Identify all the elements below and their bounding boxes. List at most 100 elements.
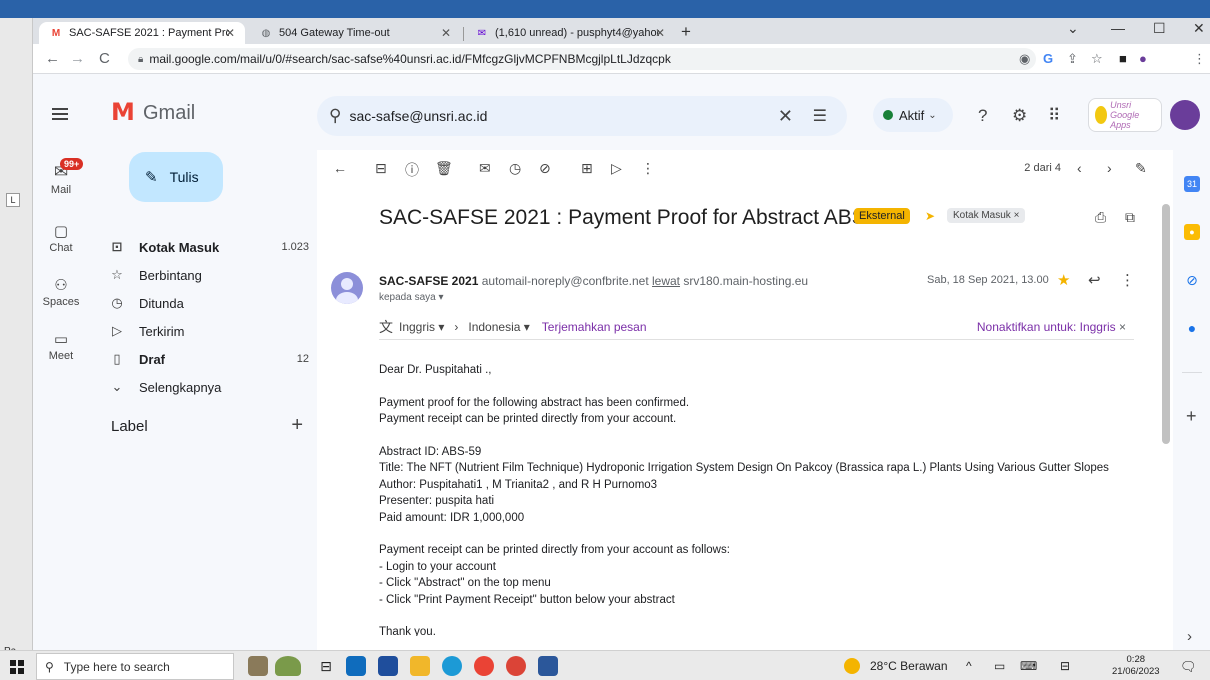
chevron-up-icon[interactable]: ^ xyxy=(966,659,972,673)
gmail-logo[interactable]: Gmail xyxy=(109,98,195,126)
close-icon[interactable]: ✕ xyxy=(225,26,235,40)
eye-icon[interactable]: ◉ xyxy=(1019,51,1030,67)
older-chevron-icon[interactable]: ‹ xyxy=(1077,160,1082,176)
clock[interactable]: 0:28 21/06/2023 xyxy=(1112,654,1160,678)
print-icon[interactable]: ⎙ xyxy=(1095,209,1106,226)
apps-grid-icon[interactable]: ⠿ xyxy=(1048,106,1060,126)
chrome-browser-icon[interactable] xyxy=(474,656,494,676)
tab-yahoo-mail[interactable]: ✉ (1,610 unread) - pusphyt4@yahoo ✕ xyxy=(465,22,675,44)
newer-chevron-icon[interactable]: › xyxy=(1107,160,1112,176)
account-avatar[interactable] xyxy=(1170,100,1200,130)
calendar-icon[interactable]: 31 xyxy=(1184,176,1200,192)
sender-name[interactable]: SAC-SAFSE 2021 xyxy=(379,274,478,288)
file-explorer-icon[interactable] xyxy=(410,656,430,676)
network-icon[interactable]: ▭ xyxy=(994,659,1005,673)
input-tools-icon[interactable]: ✎ xyxy=(1135,160,1147,177)
add-label-button[interactable]: + xyxy=(291,414,303,437)
forward-arrow-icon[interactable]: → xyxy=(70,50,85,67)
search-options-icon[interactable]: ☰ xyxy=(813,106,827,126)
tab-gmail[interactable]: M SAC-SAFSE 2021 : Payment Proof ✕ xyxy=(39,22,245,44)
sidebar-item-sent[interactable]: ▷ Terkirim xyxy=(109,318,309,344)
scrollbar[interactable] xyxy=(1162,204,1170,444)
importance-marker-icon[interactable]: ➤ xyxy=(925,209,935,223)
account-org-badge[interactable]: Unsri Google Apps xyxy=(1088,98,1162,132)
target-language-select[interactable]: Indonesia ▾ xyxy=(468,320,529,334)
clear-search-icon[interactable]: ✕ xyxy=(778,106,793,127)
weather-text[interactable]: 28°C Berawan xyxy=(870,659,948,673)
archive-icon[interactable]: ⊟ xyxy=(375,160,387,177)
translate-message-link[interactable]: Terjemahkan pesan xyxy=(542,320,647,334)
help-icon[interactable]: ? xyxy=(978,106,987,126)
close-window-button[interactable]: ✕ xyxy=(1193,20,1205,37)
back-arrow-icon[interactable]: ← xyxy=(45,50,60,67)
sidebar-item-drafts[interactable]: ▯ Draf 12 xyxy=(109,346,309,372)
language-icon[interactable]: ⊟ xyxy=(1060,659,1070,673)
keyboard-icon[interactable]: ⌨ xyxy=(1020,659,1037,673)
sidepanel-icon[interactable]: ■ xyxy=(1119,51,1127,66)
main-menu-icon[interactable] xyxy=(52,108,68,120)
taskbar-search-input[interactable]: ⚲ Type here to search xyxy=(36,653,234,680)
google-g-icon[interactable]: G xyxy=(1043,51,1053,66)
chrome-profile-icon[interactable] xyxy=(506,656,526,676)
browser-menu-icon[interactable]: ⋮ xyxy=(1193,51,1206,67)
sidebar-item-inbox[interactable]: ⊡ Kotak Masuk 1.023 xyxy=(109,234,309,260)
close-icon[interactable]: ✕ xyxy=(655,26,665,40)
report-spam-icon[interactable]: ⓘ xyxy=(405,160,419,180)
search-input[interactable]: ⚲ sac-safse@unsri.ac.id ✕ ☰ xyxy=(317,96,847,136)
add-task-icon[interactable]: ⊘ xyxy=(539,160,551,177)
reload-icon[interactable]: C xyxy=(99,50,110,67)
open-new-window-icon[interactable]: ⧉ xyxy=(1125,209,1135,226)
sidebar-item-starred[interactable]: ☆ Berbintang xyxy=(109,262,309,288)
trash-icon[interactable]: 🗑︎ xyxy=(435,160,453,177)
more-actions-icon[interactable]: ⋮ xyxy=(641,160,655,177)
new-tab-button[interactable]: + xyxy=(681,22,691,42)
bookmark-star-icon[interactable]: ☆ xyxy=(1091,51,1103,67)
minimize-button[interactable]: — xyxy=(1111,20,1125,36)
store-app-icon[interactable] xyxy=(378,656,398,676)
reply-icon[interactable]: ↩ xyxy=(1088,271,1101,289)
more-options-icon[interactable]: ⋮ xyxy=(1120,271,1135,289)
mark-unread-icon[interactable]: ✉ xyxy=(479,160,491,177)
star-icon[interactable]: ★ xyxy=(1057,271,1070,289)
sidebar-item-snoozed[interactable]: ◷ Ditunda xyxy=(109,290,309,316)
tasks-icon[interactable]: ⊘ xyxy=(1184,272,1200,288)
get-addons-button[interactable]: + xyxy=(1186,406,1197,427)
windows-start-icon[interactable] xyxy=(10,660,24,674)
sidebar-item-more[interactable]: ⌄ Selengkapnya xyxy=(109,374,309,400)
back-arrow-icon[interactable]: ← xyxy=(333,160,347,176)
label-icon[interactable]: ▷ xyxy=(611,160,622,177)
taskbar-news-icon[interactable] xyxy=(275,656,301,676)
maximize-button[interactable]: ☐ xyxy=(1153,20,1166,37)
sender-avatar[interactable] xyxy=(331,272,363,304)
word-app-icon[interactable] xyxy=(538,656,558,676)
task-view-icon[interactable]: ⊟ xyxy=(316,656,336,676)
tab-gateway-timeout[interactable]: ◍ 504 Gateway Time-out ✕ xyxy=(249,22,461,44)
rail-item-meet[interactable]: ▭ Meet xyxy=(33,330,89,362)
move-to-icon[interactable]: ⊞ xyxy=(581,160,593,177)
share-icon[interactable]: ⇪ xyxy=(1067,51,1078,67)
hide-side-panel-chevron-icon[interactable]: › xyxy=(1187,628,1192,645)
edge-browser-icon[interactable] xyxy=(442,656,462,676)
rail-item-spaces[interactable]: ⚇ Spaces xyxy=(33,276,89,308)
status-dropdown[interactable]: Aktif ⌄ xyxy=(873,98,953,132)
source-language-select[interactable]: Inggris ▾ xyxy=(399,320,444,334)
notification-icon[interactable]: 🗨︎ xyxy=(1180,659,1197,675)
disable-translate-link[interactable]: Nonaktifkan untuk: Inggris × xyxy=(977,320,1126,334)
snooze-icon[interactable]: ◷ xyxy=(509,160,521,177)
tab-search-icon[interactable]: ⌄ xyxy=(1067,20,1079,37)
weather-icon[interactable] xyxy=(844,658,860,674)
url-input[interactable]: 🔒︎ mail.google.com/mail/u/0/#search/sac-… xyxy=(128,48,1036,70)
profile-avatar[interactable]: ● xyxy=(1139,51,1147,66)
mail-app-icon[interactable] xyxy=(346,656,366,676)
compose-button[interactable]: ✎ Tulis xyxy=(129,152,223,202)
gear-icon[interactable]: ⚙ xyxy=(1012,106,1027,126)
via-link[interactable]: lewat xyxy=(652,274,680,288)
keep-icon[interactable]: ● xyxy=(1184,224,1200,240)
inbox-label-chip[interactable]: Kotak Masuk × xyxy=(947,208,1026,223)
recipient-dropdown[interactable]: kepada saya ▾ xyxy=(379,292,444,303)
close-icon[interactable]: ✕ xyxy=(441,26,451,40)
taskbar-widget-icon[interactable] xyxy=(248,656,268,676)
rail-item-chat[interactable]: ▢ Chat xyxy=(33,222,89,254)
contacts-icon[interactable]: ● xyxy=(1184,320,1200,336)
search-icon[interactable]: ⚲ xyxy=(329,106,341,126)
